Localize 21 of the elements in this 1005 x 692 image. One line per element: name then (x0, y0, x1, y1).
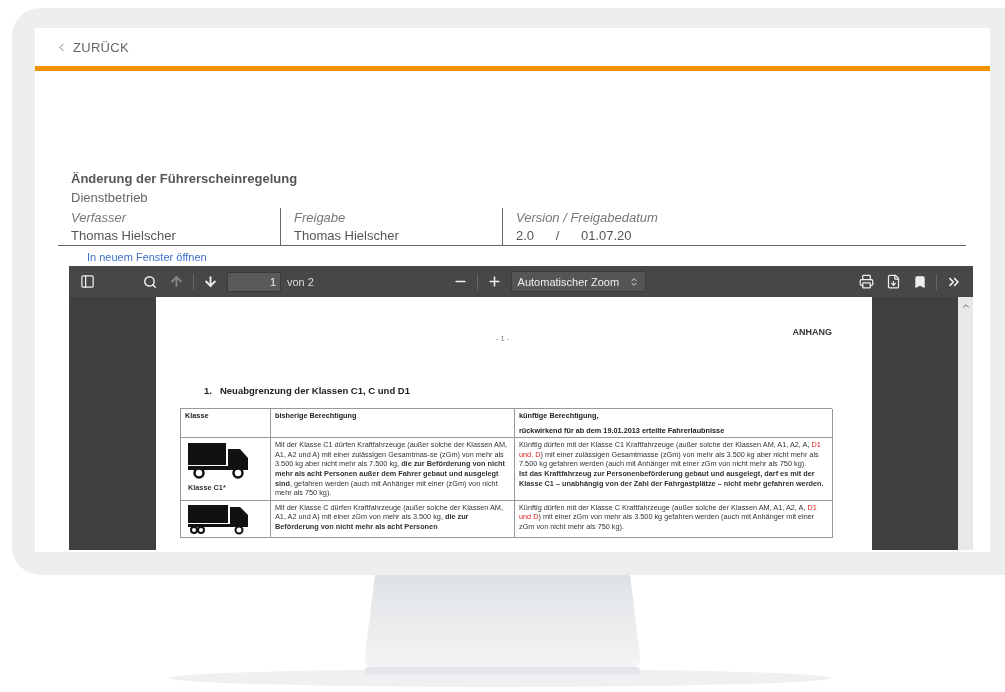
scrollbar[interactable] (958, 297, 973, 550)
document-title: Änderung der Führerscheinregelung (70, 171, 299, 186)
section-heading: Neuabgrenzung der Klassen C1, C und D1 (219, 385, 410, 396)
page-header: ANHANG (792, 327, 832, 337)
page-count-text: von 2 (287, 275, 314, 288)
page-number-field[interactable]: 1 (227, 271, 281, 292)
truck-icon (188, 443, 250, 480)
truck-icon (188, 504, 250, 535)
department-text: Dienstbetrieb (70, 189, 149, 205)
meta-label: Version / Freigabedatum (516, 210, 659, 225)
zoom-select[interactable]: Automatischer Zoom (510, 271, 647, 292)
meta-value: Thomas Hielscher (71, 228, 177, 243)
back-link[interactable]: ZURÜCK (55, 39, 129, 55)
meta-value: Thomas Hielscher (294, 228, 400, 243)
meta-label: Verfasser (71, 210, 128, 225)
heading-number: 1. (204, 385, 212, 396)
meta-value: 2.0 / 01.07.20 (516, 228, 633, 243)
scroll-up-icon[interactable] (960, 301, 971, 311)
meta-label: Freigabe (294, 210, 347, 225)
open-new-window-link[interactable]: In neuem Fenster öffnen (87, 251, 207, 263)
updown-caret-icon (629, 276, 640, 287)
